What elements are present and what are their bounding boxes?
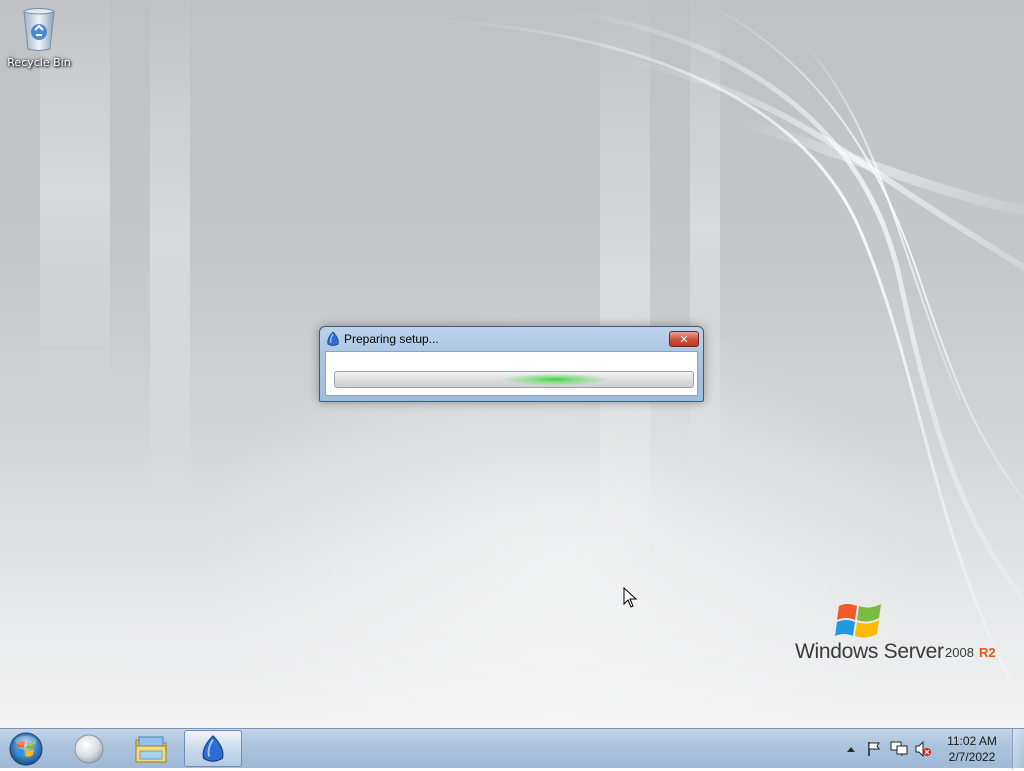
desktop[interactable]: Recycle Bin Preparing setup... ✕ Windows… (0, 0, 1024, 728)
dialog-titlebar[interactable]: Preparing setup... ✕ (320, 327, 703, 351)
system-clock[interactable]: 11:02 AM 2/7/2022 (940, 733, 1004, 765)
dialog-title: Preparing setup... (344, 332, 439, 346)
windows-orb-icon (9, 732, 43, 766)
windows-server-branding: Windows Server 2008 R2 (795, 598, 1015, 668)
brand-name: Windows Server (795, 640, 944, 663)
taskbar[interactable]: 11:02 AM 2/7/2022 (0, 728, 1024, 769)
close-button[interactable]: ✕ (669, 331, 699, 347)
brand-version: 2008 (945, 645, 974, 660)
progress-bar (334, 371, 694, 388)
start-button[interactable] (6, 731, 46, 767)
windows-explorer-icon (135, 736, 167, 762)
desktop-icon-recycle-bin[interactable]: Recycle Bin (4, 6, 74, 69)
show-desktop-button[interactable] (1012, 729, 1024, 769)
taskbar-button-setup[interactable] (184, 730, 242, 767)
network-icon[interactable] (890, 741, 908, 757)
setup-dialog[interactable]: Preparing setup... ✕ (319, 326, 704, 402)
taskbar-button-internet-explorer[interactable] (60, 730, 118, 767)
setup-icon (202, 734, 224, 762)
recycle-bin-icon (23, 8, 55, 51)
mouse-cursor-icon (623, 587, 637, 608)
windows-flag-logo-icon (835, 604, 881, 638)
clock-time: 11:02 AM (947, 734, 997, 748)
setup-icon (327, 331, 339, 346)
brand-edition: R2 (979, 645, 996, 660)
volume-muted-icon[interactable] (914, 741, 932, 757)
clock-date: 2/7/2022 (948, 750, 996, 764)
show-hidden-icons-icon[interactable] (846, 745, 856, 753)
taskbar-button-windows-explorer[interactable] (122, 730, 180, 767)
internet-explorer-icon (74, 734, 104, 763)
progress-marquee (500, 373, 610, 386)
desktop-icon-label: Recycle Bin (7, 56, 71, 69)
close-icon: ✕ (679, 332, 689, 346)
action-center-flag-icon[interactable] (866, 741, 882, 757)
dialog-client-area (325, 351, 698, 396)
